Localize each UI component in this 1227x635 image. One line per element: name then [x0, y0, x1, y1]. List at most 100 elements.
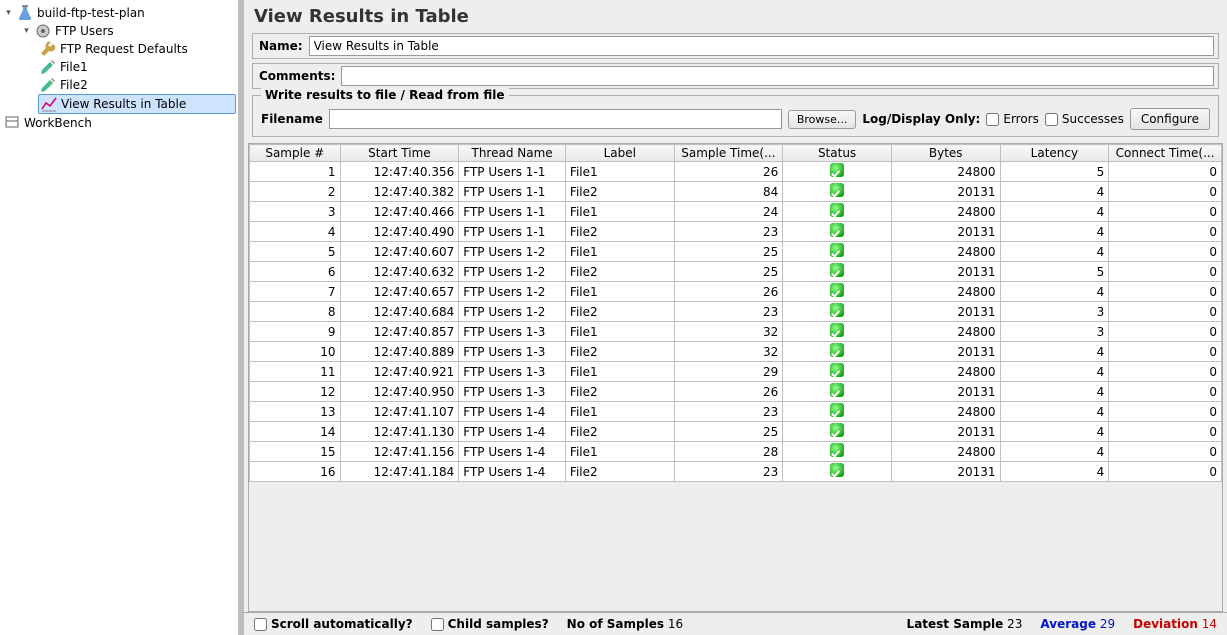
success-icon: [830, 263, 844, 277]
errors-checkbox[interactable]: Errors: [986, 112, 1039, 126]
tree-label: File1: [60, 60, 88, 74]
gear-icon: [35, 23, 51, 39]
cell-status: [783, 222, 892, 242]
success-icon: [830, 163, 844, 177]
cell-bytes: 24800: [891, 202, 1000, 222]
table-row[interactable]: 1012:47:40.889FTP Users 1-3File232201314…: [250, 342, 1222, 362]
configure-button[interactable]: Configure: [1130, 108, 1210, 130]
cell-connect: 0: [1109, 162, 1222, 182]
success-icon: [830, 243, 844, 257]
cell-bytes: 24800: [891, 442, 1000, 462]
cell-start-time: 12:47:40.657: [340, 282, 459, 302]
average: Average 29: [1040, 617, 1115, 631]
cell-sample-time: 32: [674, 342, 783, 362]
comments-row: Comments:: [252, 63, 1219, 89]
table-row[interactable]: 1212:47:40.950FTP Users 1-3File226201314…: [250, 382, 1222, 402]
tree-label: View Results in Table: [61, 97, 186, 111]
col-status[interactable]: Status: [783, 145, 892, 162]
col-bytes[interactable]: Bytes: [891, 145, 1000, 162]
name-input[interactable]: [309, 36, 1214, 56]
cell-status: [783, 302, 892, 322]
cell-sample: 10: [250, 342, 341, 362]
tree-node-view-results[interactable]: View Results in Table: [38, 94, 236, 114]
cell-status: [783, 402, 892, 422]
cell-start-time: 12:47:40.889: [340, 342, 459, 362]
tree-node-defaults[interactable]: FTP Request Defaults: [38, 40, 236, 58]
cell-sample-time: 26: [674, 162, 783, 182]
table-row[interactable]: 312:47:40.466FTP Users 1-1File1242480040: [250, 202, 1222, 222]
cell-thread: FTP Users 1-3: [459, 362, 566, 382]
table-row[interactable]: 1112:47:40.921FTP Users 1-3File129248004…: [250, 362, 1222, 382]
table-row[interactable]: 1312:47:41.107FTP Users 1-4File123248004…: [250, 402, 1222, 422]
col-latency[interactable]: Latency: [1000, 145, 1109, 162]
scroll-auto-checkbox[interactable]: Scroll automatically?: [254, 617, 413, 631]
col-connect-time[interactable]: Connect Time(...: [1109, 145, 1222, 162]
deviation: Deviation 14: [1133, 617, 1217, 631]
sample-count: No of Samples 16: [567, 617, 683, 631]
table-row[interactable]: 1612:47:41.184FTP Users 1-4File223201314…: [250, 462, 1222, 482]
cell-thread: FTP Users 1-4: [459, 462, 566, 482]
cell-start-time: 12:47:40.607: [340, 242, 459, 262]
comments-label: Comments:: [253, 66, 341, 86]
col-sample[interactable]: Sample #: [250, 145, 341, 162]
cell-connect: 0: [1109, 402, 1222, 422]
table-row[interactable]: 812:47:40.684FTP Users 1-2File2232013130: [250, 302, 1222, 322]
cell-bytes: 20131: [891, 422, 1000, 442]
table-row[interactable]: 712:47:40.657FTP Users 1-2File1262480040: [250, 282, 1222, 302]
child-samples-checkbox[interactable]: Child samples?: [431, 617, 549, 631]
comments-input[interactable]: [341, 66, 1214, 86]
flask-icon: [17, 5, 33, 21]
cell-connect: 0: [1109, 342, 1222, 362]
cell-connect: 0: [1109, 362, 1222, 382]
app-root: ▾ build-ftp-test-plan ▾ FTP Users FTP Re…: [0, 0, 1227, 635]
cell-sample-time: 23: [674, 402, 783, 422]
cell-sample: 11: [250, 362, 341, 382]
cell-sample-time: 24: [674, 202, 783, 222]
cell-start-time: 12:47:40.921: [340, 362, 459, 382]
cell-bytes: 24800: [891, 242, 1000, 262]
cell-latency: 4: [1000, 402, 1109, 422]
table-row[interactable]: 1412:47:41.130FTP Users 1-4File225201314…: [250, 422, 1222, 442]
filename-input[interactable]: [329, 109, 782, 129]
tree-node-workbench[interactable]: WorkBench: [2, 114, 236, 132]
success-icon: [830, 303, 844, 317]
latest-sample: Latest Sample 23: [907, 617, 1023, 631]
results-table-wrap[interactable]: Sample # Start Time Thread Name Label Sa…: [248, 143, 1223, 612]
cell-status: [783, 422, 892, 442]
col-label[interactable]: Label: [565, 145, 674, 162]
cell-bytes: 24800: [891, 362, 1000, 382]
table-row[interactable]: 412:47:40.490FTP Users 1-1File2232013140: [250, 222, 1222, 242]
browse-button[interactable]: Browse...: [788, 110, 857, 129]
cell-label: File2: [565, 342, 674, 362]
tree-node-test-plan[interactable]: ▾ build-ftp-test-plan: [2, 4, 236, 22]
cell-status: [783, 382, 892, 402]
collapse-icon[interactable]: ▾: [4, 9, 13, 18]
cell-sample: 4: [250, 222, 341, 242]
successes-checkbox[interactable]: Successes: [1045, 112, 1124, 126]
cell-sample-time: 25: [674, 262, 783, 282]
table-row[interactable]: 612:47:40.632FTP Users 1-2File2252013150: [250, 262, 1222, 282]
success-icon: [830, 463, 844, 477]
cell-connect: 0: [1109, 262, 1222, 282]
tree-node-file2[interactable]: File2: [38, 76, 236, 94]
tree-node-thread-group[interactable]: ▾ FTP Users: [20, 22, 236, 40]
cell-label: File2: [565, 462, 674, 482]
table-row[interactable]: 112:47:40.356FTP Users 1-1File1262480050: [250, 162, 1222, 182]
col-thread-name[interactable]: Thread Name: [459, 145, 566, 162]
tree-node-file1[interactable]: File1: [38, 58, 236, 76]
table-row[interactable]: 212:47:40.382FTP Users 1-1File2842013140: [250, 182, 1222, 202]
cell-bytes: 24800: [891, 162, 1000, 182]
table-row[interactable]: 912:47:40.857FTP Users 1-3File1322480030: [250, 322, 1222, 342]
cell-connect: 0: [1109, 382, 1222, 402]
table-row[interactable]: 512:47:40.607FTP Users 1-2File1252480040: [250, 242, 1222, 262]
cell-bytes: 20131: [891, 222, 1000, 242]
tree-label: File2: [60, 78, 88, 92]
col-sample-time[interactable]: Sample Time(...: [674, 145, 783, 162]
table-row[interactable]: 1512:47:41.156FTP Users 1-4File128248004…: [250, 442, 1222, 462]
collapse-icon[interactable]: ▾: [22, 27, 31, 36]
cell-sample: 16: [250, 462, 341, 482]
cell-status: [783, 162, 892, 182]
col-start-time[interactable]: Start Time: [340, 145, 459, 162]
name-row: Name:: [252, 33, 1219, 59]
table-empty-area: [249, 482, 1222, 612]
